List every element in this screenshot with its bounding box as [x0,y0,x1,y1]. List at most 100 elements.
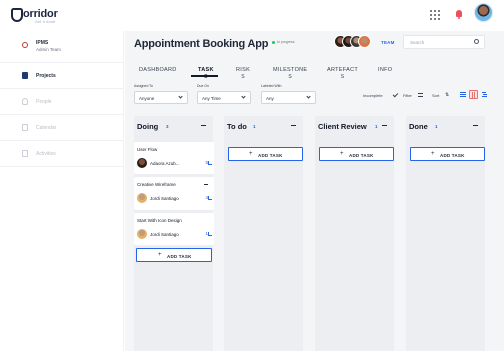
task-assignee: Adaora Azub... [150,161,180,166]
main-content: Appointment Booking App In progress TEAM… [125,31,504,351]
tab-dashboard[interactable]: DASHBOARD [139,67,177,74]
sidebar-item-people[interactable]: People [0,89,123,115]
search-icon [474,39,479,44]
due-on-value: Any Time [202,95,221,101]
sidebar-item-label: Projects [36,73,56,79]
task-card[interactable]: Creative Wireframe Jordi Santiago 4 [134,177,214,210]
status-badge: In progress [272,40,295,44]
avatar [137,229,147,239]
task-card[interactable]: User Flow Adaora Azub... 5 [134,142,214,174]
sidebar-item-activities[interactable]: Activities [0,141,123,167]
labeled-with-select[interactable]: Any [261,91,316,104]
subtask-icon [208,232,212,236]
column-count: 1 [435,124,438,129]
sidebar-item-label: Activities [36,151,56,157]
assigned-to-value: Anyone [139,95,155,101]
column-header: Done 1 [409,116,482,134]
subtask-icon [208,196,212,200]
plus-icon: + [158,252,162,258]
task-assignee: Jordi Santiago [150,196,179,201]
task-title: User Flow [137,147,158,152]
sidebar: IPMS Admin Team Projects People Calendar… [0,31,124,351]
column-title: Done [409,122,428,131]
chevron-down-icon [306,94,311,99]
project-name: IPMS [36,40,49,46]
labeled-with-value: Any [266,95,274,101]
tab-risk[interactable]: RISK S [236,67,250,80]
projects-icon [22,72,28,79]
add-task-label: ADD TASK [167,253,192,259]
brand-logo[interactable]: orridor Get it done [11,8,71,26]
project-target-icon [22,42,28,48]
tab-milestone[interactable]: MILESTONE S [273,67,307,80]
chevron-down-icon [241,94,246,99]
column-title: Doing [137,122,159,131]
calendar-icon [22,124,28,131]
status-label: In progress [277,40,295,44]
assigned-to-label: Assigned To [134,84,154,88]
add-task-button[interactable]: + ADD TASK [228,147,303,161]
project-switcher[interactable]: IPMS Admin Team [0,31,123,63]
add-task-label: ADD TASK [258,152,283,158]
tab-info[interactable]: INFO [378,67,392,74]
add-task-label: ADD TASK [440,152,465,158]
add-task-button[interactable]: + ADD TASK [136,248,212,262]
avatar [358,35,371,48]
filter-icon [418,93,423,97]
brand-name: orridor [23,8,58,20]
top-bar: orridor Get it done [0,0,504,31]
column-title: To do [227,122,247,131]
add-task-label: ADD TASK [349,152,374,158]
assigned-to-select[interactable]: Anyone [134,91,188,104]
search-placeholder: Search [410,40,425,45]
filter-button[interactable]: Filter [403,93,423,98]
collapse-icon[interactable] [291,125,296,126]
tab-artefact[interactable]: ARTEFACT S [327,67,358,80]
logo-mark-icon [11,8,23,22]
apps-grid-icon[interactable] [430,10,440,20]
column-count: 1 [375,124,378,129]
labeled-with-label: Labeled With [261,84,282,88]
collapse-icon[interactable] [204,184,208,185]
plus-icon: + [431,151,435,157]
column-header: Client Review 1 [318,116,391,134]
list-view-icon[interactable] [458,90,467,99]
notification-bell-icon[interactable] [455,9,463,20]
page-title: Appointment Booking App [134,38,269,50]
tab-task[interactable]: TASK S [198,67,214,80]
brand-tagline: Get it done [35,20,56,24]
sidebar-item-calendar[interactable]: Calendar [0,115,123,141]
plus-icon: + [340,151,344,157]
column-header: Doing 3 [137,116,210,134]
column-title: Client Review [318,122,367,131]
task-card[interactable]: Start With Icon Design Jordi Santiago 1 [134,213,214,245]
activities-icon [22,150,28,157]
subtask-icon [208,161,212,165]
sort-icon: ⇅ [445,92,450,98]
active-tab-indicator [191,75,218,77]
collapse-icon[interactable] [201,125,206,126]
avatar [137,158,147,168]
user-avatar[interactable] [474,3,493,22]
task-title: Start With Icon Design [137,218,182,223]
column-header: To do 1 [227,116,300,134]
avatar [137,193,147,203]
add-task-button[interactable]: + ADD TASK [319,147,394,161]
search-input[interactable]: Search [403,35,485,49]
column-count: 1 [253,124,256,129]
due-on-select[interactable]: Any Time [197,91,251,104]
sidebar-item-projects[interactable]: Projects [0,63,123,89]
team-link[interactable]: TEAM [381,40,395,45]
incomplete-toggle[interactable]: Incomplete [363,91,399,98]
sort-button[interactable]: Sort ⇅ [432,92,449,98]
chevron-down-icon [178,94,183,99]
collapse-icon[interactable] [473,125,478,126]
filter-label: Filter [403,93,412,98]
column-count: 3 [166,124,169,129]
timeline-view-icon[interactable] [480,90,489,99]
board-view-icon[interactable] [469,90,478,99]
add-task-button[interactable]: + ADD TASK [410,147,485,161]
status-dot-icon [272,40,275,44]
collapse-icon[interactable] [382,125,387,126]
sidebar-item-label: People [36,99,52,105]
